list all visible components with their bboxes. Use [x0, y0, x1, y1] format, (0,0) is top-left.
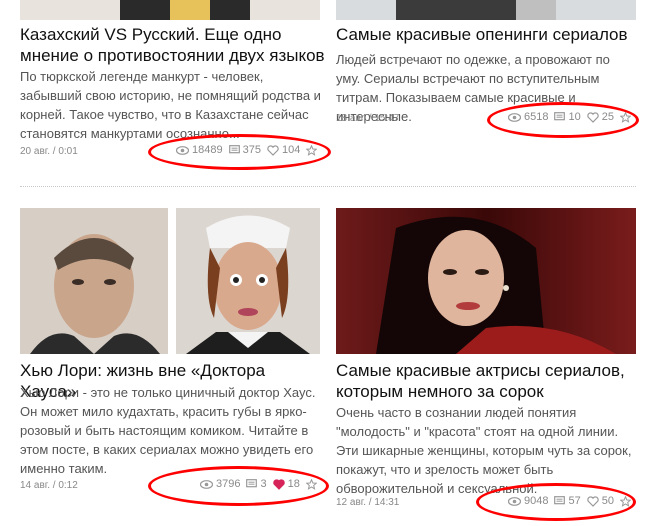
photo-openings [396, 0, 556, 20]
comments-count: 3 [260, 478, 267, 490]
eye-icon [200, 479, 213, 489]
heart-icon [586, 111, 599, 123]
views-count: 9048 [524, 495, 549, 507]
star-icon[interactable] [305, 478, 317, 490]
article-image-actress[interactable] [336, 208, 636, 354]
article-image-maid[interactable] [176, 208, 320, 354]
article-description: Хью Лори - это не только циничный доктор… [20, 385, 316, 476]
eye-icon [508, 496, 521, 506]
comment-icon [246, 479, 258, 488]
views-count: 18489 [192, 144, 223, 156]
article-description: Очень часто в сознании людей понятия "мо… [336, 405, 632, 496]
article-description: По тюркской легенде манкурт - человек, з… [20, 69, 321, 141]
comments-stat[interactable]: 10 [554, 111, 581, 123]
star-icon[interactable] [619, 495, 631, 507]
likes-stat[interactable]: 25 [586, 111, 614, 123]
likes-count: 18 [287, 478, 300, 490]
likes-count: 50 [601, 495, 614, 507]
article-image-kazakh[interactable] [20, 0, 320, 20]
article-image-house[interactable] [20, 208, 168, 354]
photo-person-book [120, 0, 250, 20]
views-count: 6518 [524, 111, 549, 123]
likes-stat[interactable]: 50 [586, 495, 614, 507]
heart-icon [586, 495, 599, 507]
article-date: 18 авг. / 15:47 [336, 113, 400, 124]
article-title[interactable]: Казахский VS Русский. Еще одно мнение о … [20, 24, 330, 66]
photo-hugh-laurie [20, 208, 168, 354]
star-icon[interactable] [619, 111, 631, 123]
eye-icon [176, 145, 189, 155]
article-stats: 6518 10 25 [508, 111, 631, 123]
comments-stat[interactable]: 57 [554, 495, 581, 507]
photo-actress [336, 208, 636, 354]
article-stats: 9048 57 50 [508, 495, 631, 507]
article-date: 12 авг. / 14:31 [336, 497, 400, 508]
article-title[interactable]: Самые красивые актрисы сериалов, которым… [336, 360, 636, 402]
heart-filled-icon [272, 478, 285, 490]
comment-icon [228, 145, 240, 154]
likes-count: 104 [281, 144, 301, 156]
likes-stat[interactable]: 104 [267, 144, 300, 156]
article-date: 14 авг. / 0:12 [20, 480, 78, 491]
row-divider [20, 186, 636, 187]
comment-icon [554, 496, 566, 505]
comment-icon [554, 112, 566, 121]
likes-stat[interactable]: 18 [272, 478, 300, 490]
article-stats: 18489 375 104 [176, 144, 318, 156]
article-stats: 3796 3 18 [200, 478, 317, 490]
likes-count: 25 [601, 111, 614, 123]
views-stat: 6518 [508, 111, 548, 123]
comments-stat[interactable]: 3 [246, 478, 267, 490]
comments-count: 375 [242, 144, 261, 156]
comments-stat[interactable]: 375 [228, 144, 261, 156]
article-title[interactable]: Самые красивые опенинги сериалов [336, 24, 636, 45]
views-count: 3796 [216, 478, 241, 490]
views-stat: 3796 [200, 478, 240, 490]
article-image-openings[interactable] [336, 0, 636, 20]
views-stat: 9048 [508, 495, 548, 507]
heart-icon [267, 144, 279, 156]
star-icon[interactable] [306, 144, 318, 156]
photo-maid-costume [176, 208, 320, 354]
article-date: 20 авг. / 0:01 [20, 146, 78, 157]
views-stat: 18489 [176, 144, 223, 156]
comments-count: 57 [568, 495, 581, 507]
eye-icon [508, 112, 521, 122]
comments-count: 10 [568, 111, 581, 123]
